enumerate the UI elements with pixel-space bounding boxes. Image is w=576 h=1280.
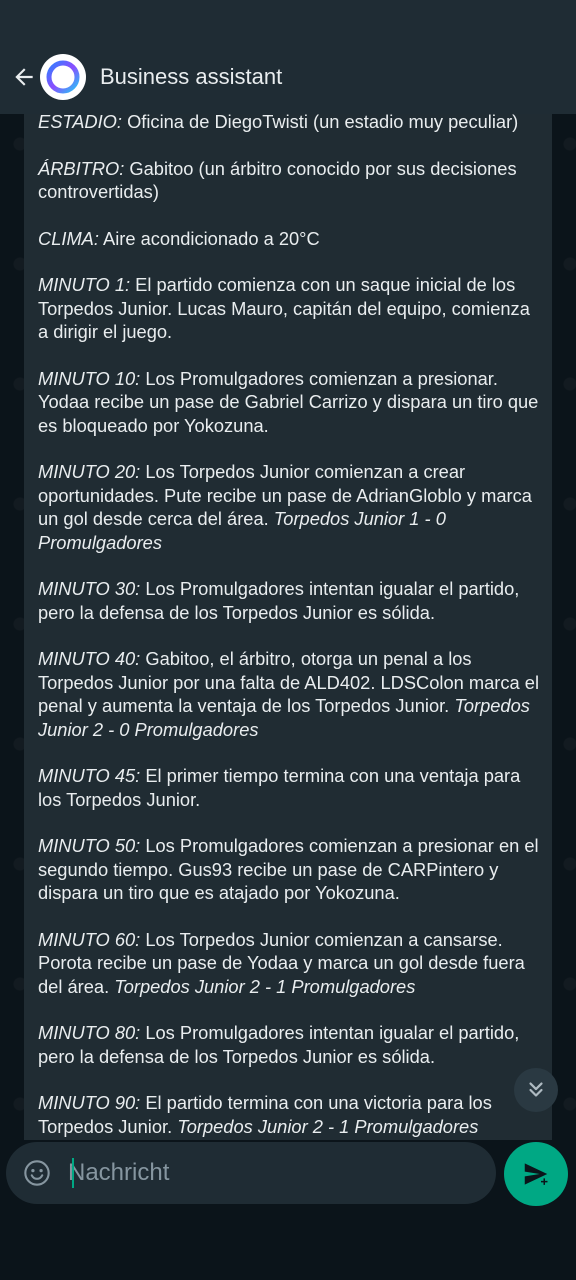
status-bar xyxy=(0,0,576,40)
back-button[interactable] xyxy=(10,63,38,91)
paragraph-label: MINUTO 50: xyxy=(38,835,141,856)
arrow-left-icon xyxy=(15,68,33,86)
message-paragraph: MINUTO 50: Los Promulgadores comienzan a… xyxy=(38,834,544,905)
paragraph-label: MINUTO 10: xyxy=(38,367,141,389)
paragraph-text: Aire acondicionado a 20°C xyxy=(98,227,320,249)
paragraph-label: MINUTO 45: xyxy=(38,765,141,786)
paragraph-label: MINUTO 40: xyxy=(38,648,141,669)
message-paragraph: ESTADIO: Oficina de DiegoTwisti (un esta… xyxy=(38,114,544,134)
message-paragraph: MINUTO 45: El primer tiempo termina con … xyxy=(38,764,544,811)
paragraph-label: MINUTO 90: xyxy=(38,1092,141,1113)
message-paragraph: MINUTO 90: El partido termina con una vi… xyxy=(38,1091,544,1138)
message-paragraph: CLIMA: Aire acondicionado a 20°C xyxy=(38,227,544,251)
text-cursor xyxy=(72,1158,74,1188)
assistant-ring-icon xyxy=(46,60,80,94)
paragraph-label: CLIMA: xyxy=(38,227,99,249)
paragraph-label: MINUTO 30: xyxy=(38,578,141,599)
double-chevron-down-icon xyxy=(529,1082,543,1097)
message-paragraph: MINUTO 20: Los Torpedos Junior comienzan… xyxy=(38,460,544,554)
emoji-button[interactable] xyxy=(22,1158,52,1188)
message-paragraph: ÁRBITRO: Gabitoo (un árbitro conocido po… xyxy=(38,157,544,204)
paragraph-label: ESTADIO: xyxy=(38,114,122,132)
message-text: ESTADIO: Oficina de DiegoTwisti (un esta… xyxy=(38,114,544,1140)
send-icon xyxy=(524,1163,548,1185)
score-text: Torpedos Junior 2 - 1 Promulgadores xyxy=(114,975,416,997)
bottom-bar xyxy=(0,1212,576,1280)
emoji-icon xyxy=(24,1160,50,1186)
paragraph-label: MINUTO 60: xyxy=(38,928,141,950)
message-input[interactable] xyxy=(66,1152,470,1194)
chat-header: Business assistant xyxy=(0,40,576,114)
message-paragraph: MINUTO 40: Gabitoo, el árbitro, otorga u… xyxy=(38,647,544,741)
message-paragraph: MINUTO 30: Los Promulgadores intentan ig… xyxy=(38,577,544,624)
avatar[interactable] xyxy=(40,54,86,100)
paragraph-label: ÁRBITRO: xyxy=(38,157,125,179)
score-text: Torpedos Junior 2 - 1 Promulgadores xyxy=(177,1115,479,1137)
paragraph-label: MINUTO 80: xyxy=(38,1022,141,1043)
chat-area[interactable]: ESTADIO: Oficina de DiegoTwisti (un esta… xyxy=(0,114,576,1140)
composer-bar xyxy=(6,1142,496,1204)
message-paragraph: MINUTO 80: Los Promulgadores intentan ig… xyxy=(38,1021,544,1068)
chat-title[interactable]: Business assistant xyxy=(100,64,282,90)
paragraph-text: Oficina de DiegoTwisti (un estadio muy p… xyxy=(121,114,519,132)
paragraph-label: MINUTO 20: xyxy=(38,461,141,482)
paragraph-label: MINUTO 1: xyxy=(38,274,131,295)
message-paragraph: MINUTO 10: Los Promulgadores comienzan a… xyxy=(38,367,544,438)
scroll-down-button[interactable] xyxy=(514,1068,558,1112)
message-paragraph: MINUTO 60: Los Torpedos Junior comienzan… xyxy=(38,928,544,999)
message-paragraph: MINUTO 1: El partido comienza con un saq… xyxy=(38,273,544,344)
send-button[interactable] xyxy=(504,1142,568,1206)
